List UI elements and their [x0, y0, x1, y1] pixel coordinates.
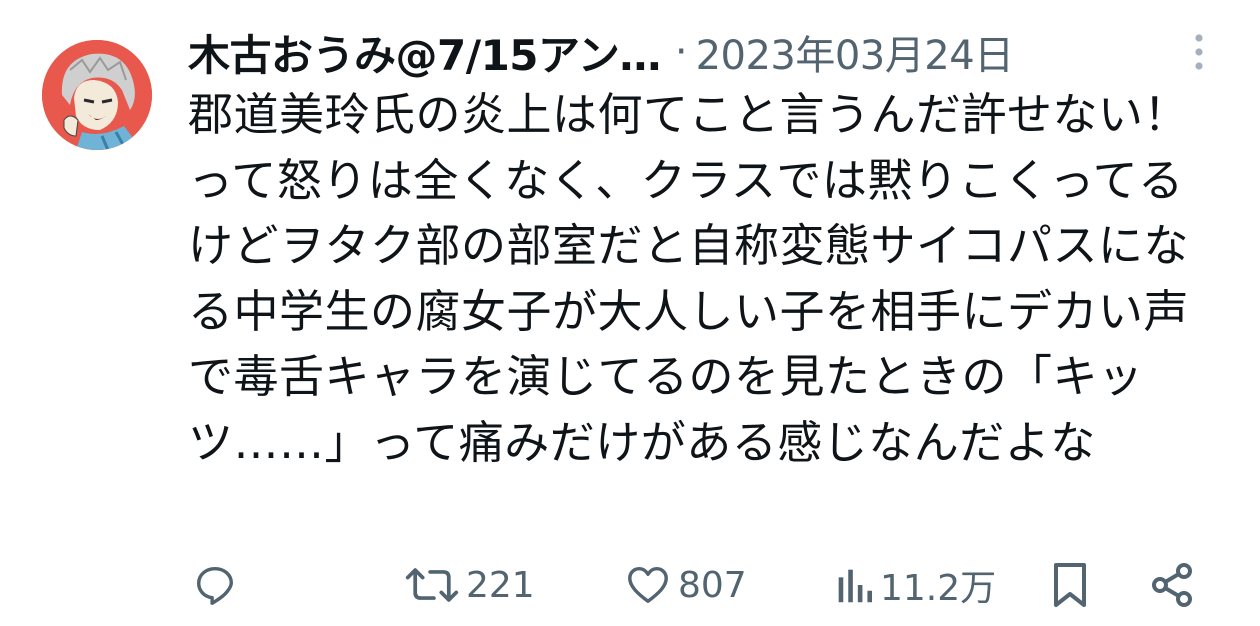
retweet-button[interactable]: 221 [404, 555, 535, 615]
user-avatar-icon[interactable] [42, 40, 152, 150]
views-button[interactable]: 11.2万 [834, 555, 996, 615]
retweet-icon [404, 562, 460, 608]
heart-icon [624, 562, 672, 608]
like-button[interactable]: 807 [624, 555, 747, 615]
bookmark-button[interactable] [1050, 555, 1090, 615]
more-vertical-icon[interactable] [1184, 30, 1214, 74]
retweet-count: 221 [466, 564, 535, 606]
reply-button[interactable] [192, 555, 238, 615]
header-separator: · [674, 29, 688, 75]
share-button[interactable] [1148, 555, 1196, 615]
tweet-text: 郡道美玲氏の炎上は何てこと言うんだ許せない！って怒りは全くなく、クラスでは黙りこ… [188, 88, 1190, 469]
like-count: 807 [678, 564, 747, 606]
tweet[interactable]: 木古おうみ@7/15アン… · 2023年03月24日 郡道美玲氏の炎上は何てこ… [0, 0, 1260, 626]
reply-icon [192, 562, 238, 608]
share-icon [1148, 561, 1196, 609]
views-chart-icon [834, 562, 874, 608]
author-display-name[interactable]: 木古おうみ@7/15アン… [188, 22, 661, 83]
tweet-actions: 221 807 11.2万 [0, 555, 1260, 615]
bookmark-icon [1050, 561, 1090, 609]
tweet-timestamp[interactable]: 2023年03月24日 [696, 23, 1015, 81]
views-count: 11.2万 [880, 568, 997, 609]
tweet-header: 木古おうみ@7/15アン… · 2023年03月24日 [188, 24, 1014, 80]
